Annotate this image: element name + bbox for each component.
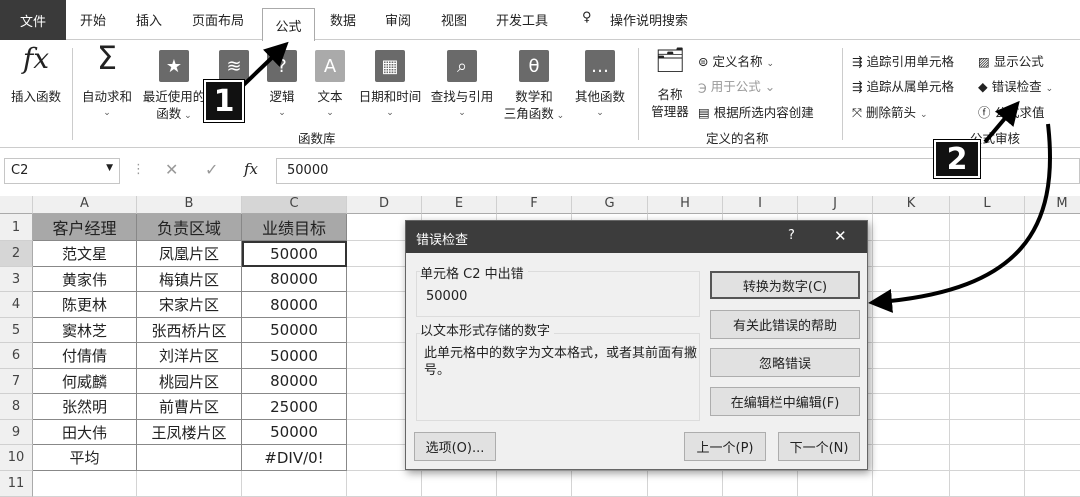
annotation-arrows xyxy=(230,41,1053,313)
step-1-badge: 1 xyxy=(204,80,244,122)
step-2-badge: 2 xyxy=(934,140,980,178)
arrow-step2-up xyxy=(983,100,1020,144)
